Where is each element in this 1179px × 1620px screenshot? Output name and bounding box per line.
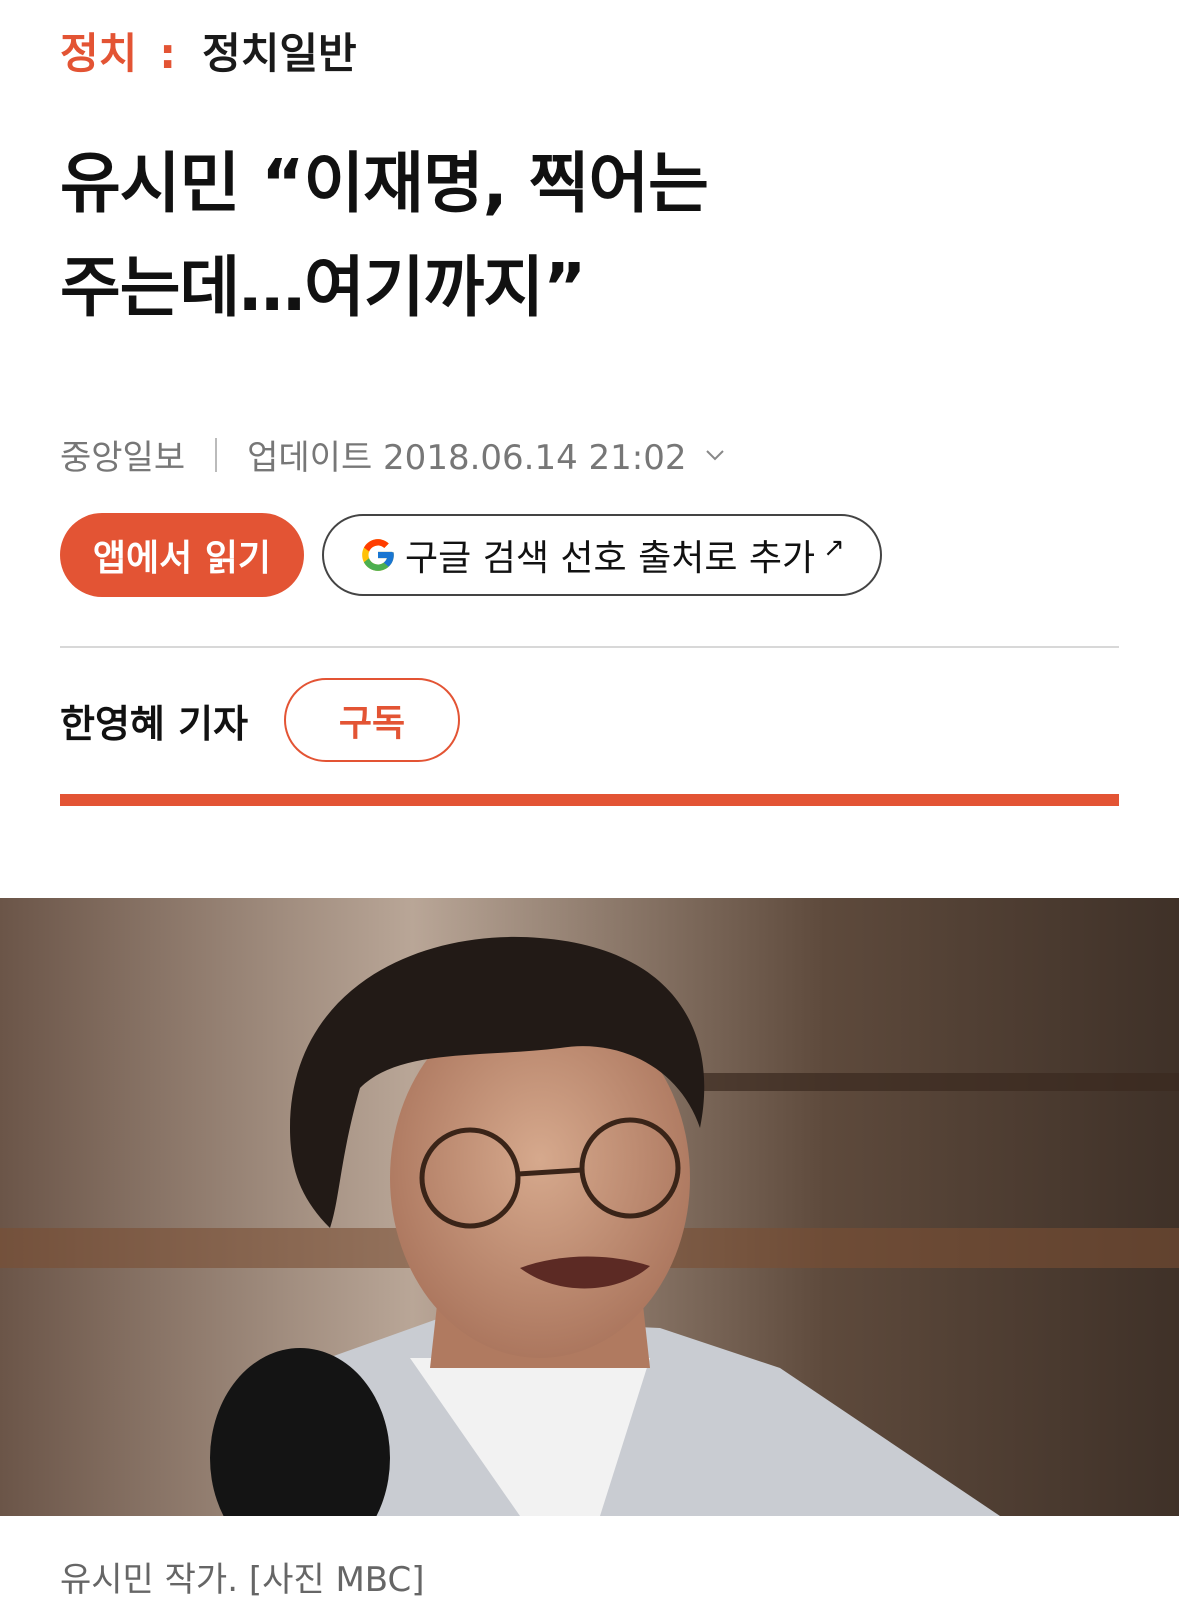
external-link-icon: ↗ bbox=[823, 533, 845, 563]
divider-line bbox=[60, 646, 1119, 648]
breadcrumb-subcategory[interactable]: 정치일반 bbox=[202, 29, 357, 78]
breadcrumb: 정치: 정치일반 bbox=[60, 20, 357, 81]
chevron-down-icon[interactable] bbox=[705, 445, 725, 465]
action-buttons: 앱에서 읽기 구글 검색 선호 출처로 추가 ↗ bbox=[60, 513, 882, 597]
google-preferred-source-button[interactable]: 구글 검색 선호 출처로 추가 ↗ bbox=[322, 514, 882, 596]
headline-line-2: 주는데…여기까지” bbox=[60, 249, 586, 326]
photo-caption: 유시민 작가. [사진 MBC] bbox=[60, 1560, 425, 1600]
publisher-name: 중앙일보 bbox=[60, 438, 186, 478]
update-timestamp: 업데이트 2018.06.14 21:02 bbox=[247, 438, 687, 478]
meta-divider bbox=[215, 437, 218, 472]
headline-line-1: 유시민 “이재명, 찍어는 bbox=[60, 145, 709, 222]
article-headline: 유시민 “이재명, 찍어는 주는데…여기까지” bbox=[60, 132, 860, 340]
read-in-app-button[interactable]: 앱에서 읽기 bbox=[60, 513, 304, 597]
reporter-name[interactable]: 한영혜 기자 bbox=[60, 693, 248, 748]
subscribe-button[interactable]: 구독 bbox=[284, 678, 461, 762]
reporter-row: 한영혜 기자 구독 bbox=[60, 678, 461, 762]
google-icon bbox=[362, 539, 394, 571]
google-preferred-source-label: 구글 검색 선호 출처로 추가 bbox=[405, 538, 816, 579]
breadcrumb-separator: : bbox=[159, 29, 177, 78]
article-photo[interactable] bbox=[0, 898, 1179, 1516]
breadcrumb-category[interactable]: 정치 bbox=[60, 29, 137, 78]
accent-divider bbox=[60, 794, 1119, 806]
photo-image bbox=[0, 898, 1179, 1516]
article-meta: 중앙일보 업데이트 2018.06.14 21:02 bbox=[60, 430, 725, 479]
